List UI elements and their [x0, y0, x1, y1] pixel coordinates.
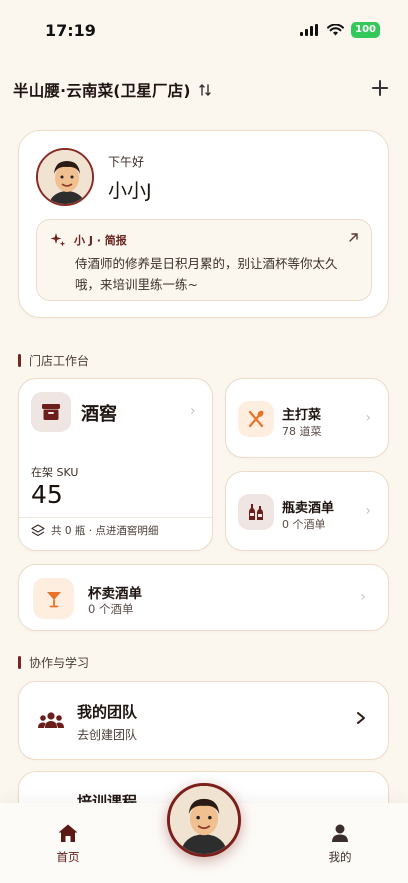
section-workbench: 门店工作台: [18, 352, 89, 369]
battery-indicator: 100: [351, 22, 380, 38]
chevron-right-icon: [357, 712, 365, 724]
signal-icon: [300, 24, 319, 36]
cocktail-glass-icon: [33, 578, 74, 619]
nav-mine-label: 我的: [328, 850, 352, 864]
wine-bottles-icon: [238, 494, 274, 530]
main-dishes-count: 78 道菜: [282, 425, 322, 438]
section-marker: [18, 354, 21, 367]
nav-home[interactable]: 首页: [38, 823, 98, 865]
section-marker: [18, 656, 21, 669]
sku-label: 在架 SKU: [31, 466, 79, 479]
wifi-icon: [327, 24, 345, 36]
assistant-avatar-button[interactable]: [167, 783, 241, 857]
greeting-salutation: 下午好: [108, 155, 145, 169]
chevron-right-icon: ›: [190, 403, 196, 419]
chevron-right-icon: ›: [365, 503, 371, 519]
bottle-list-card[interactable]: 瓶卖酒单 0 个酒单 ›: [225, 471, 389, 551]
glass-list-count: 0 个酒单: [88, 602, 134, 616]
team-subtitle: 去创建团队: [77, 728, 138, 742]
section-collab-label: 协作与学习: [29, 656, 90, 670]
layers-icon: [31, 523, 45, 536]
bottle-list-title: 瓶卖酒单: [282, 501, 335, 516]
sparkle-icon: [50, 233, 66, 247]
team-icon: [38, 712, 64, 728]
arrow-up-right-icon[interactable]: [348, 232, 359, 243]
greeting-card: 下午好 小小J 小 J · 简报 侍酒师的修养是日积月累的，别让酒杯等你太久哦，…: [18, 130, 389, 318]
cellar-footer-text: 共 0 瓶 · 点进酒窖明细: [51, 525, 159, 537]
nav-home-label: 首页: [56, 850, 80, 864]
chevron-right-icon: ›: [360, 589, 366, 605]
glass-list-title: 杯卖酒单: [88, 586, 142, 602]
bottle-list-count: 0 个酒单: [282, 518, 326, 531]
utensils-icon: [238, 401, 274, 437]
avatar[interactable]: [36, 148, 94, 206]
swap-icon: [198, 84, 211, 96]
chevron-right-icon: ›: [365, 410, 371, 426]
main-dishes-card[interactable]: 主打菜 78 道菜 ›: [225, 378, 389, 458]
brief-text: 侍酒师的修养是日积月累的，别让酒杯等你太久哦，来培训里练一练~: [75, 256, 338, 292]
store-selector[interactable]: 半山腰·云南菜(卫星厂店): [13, 79, 211, 101]
user-icon: [332, 824, 348, 842]
nav-mine[interactable]: 我的: [310, 823, 370, 865]
glass-list-card[interactable]: 杯卖酒单 0 个酒单 ›: [18, 564, 389, 631]
divider: [19, 517, 212, 518]
sku-count: 45: [31, 480, 63, 509]
cellar-card[interactable]: 酒窖 › 在架 SKU 45 共 0 瓶 · 点进酒窖明细: [18, 378, 213, 551]
cellar-title: 酒窖: [81, 404, 117, 425]
section-workbench-label: 门店工作台: [29, 354, 90, 368]
daily-brief[interactable]: 小 J · 简报 侍酒师的修养是日积月累的，别让酒杯等你太久哦，来培训里练一练~: [36, 219, 372, 301]
main-dishes-title: 主打菜: [282, 408, 322, 423]
section-collab: 协作与学习: [18, 654, 89, 671]
team-card[interactable]: 我的团队 去创建团队: [18, 681, 389, 760]
cellar-footer[interactable]: 共 0 瓶 · 点进酒窖明细: [31, 523, 158, 538]
user-name: 小小J: [108, 180, 152, 202]
brief-header: 小 J · 简报: [50, 232, 127, 248]
team-title: 我的团队: [77, 703, 138, 721]
store-name: 半山腰·云南菜(卫星厂店): [13, 82, 191, 100]
archive-box-icon: [31, 392, 71, 432]
brief-title: 小 J · 简报: [74, 234, 127, 247]
status-indicators: 100: [300, 22, 380, 38]
plus-icon[interactable]: [368, 76, 392, 100]
home-icon: [58, 824, 78, 842]
status-time: 17:19: [45, 21, 96, 40]
